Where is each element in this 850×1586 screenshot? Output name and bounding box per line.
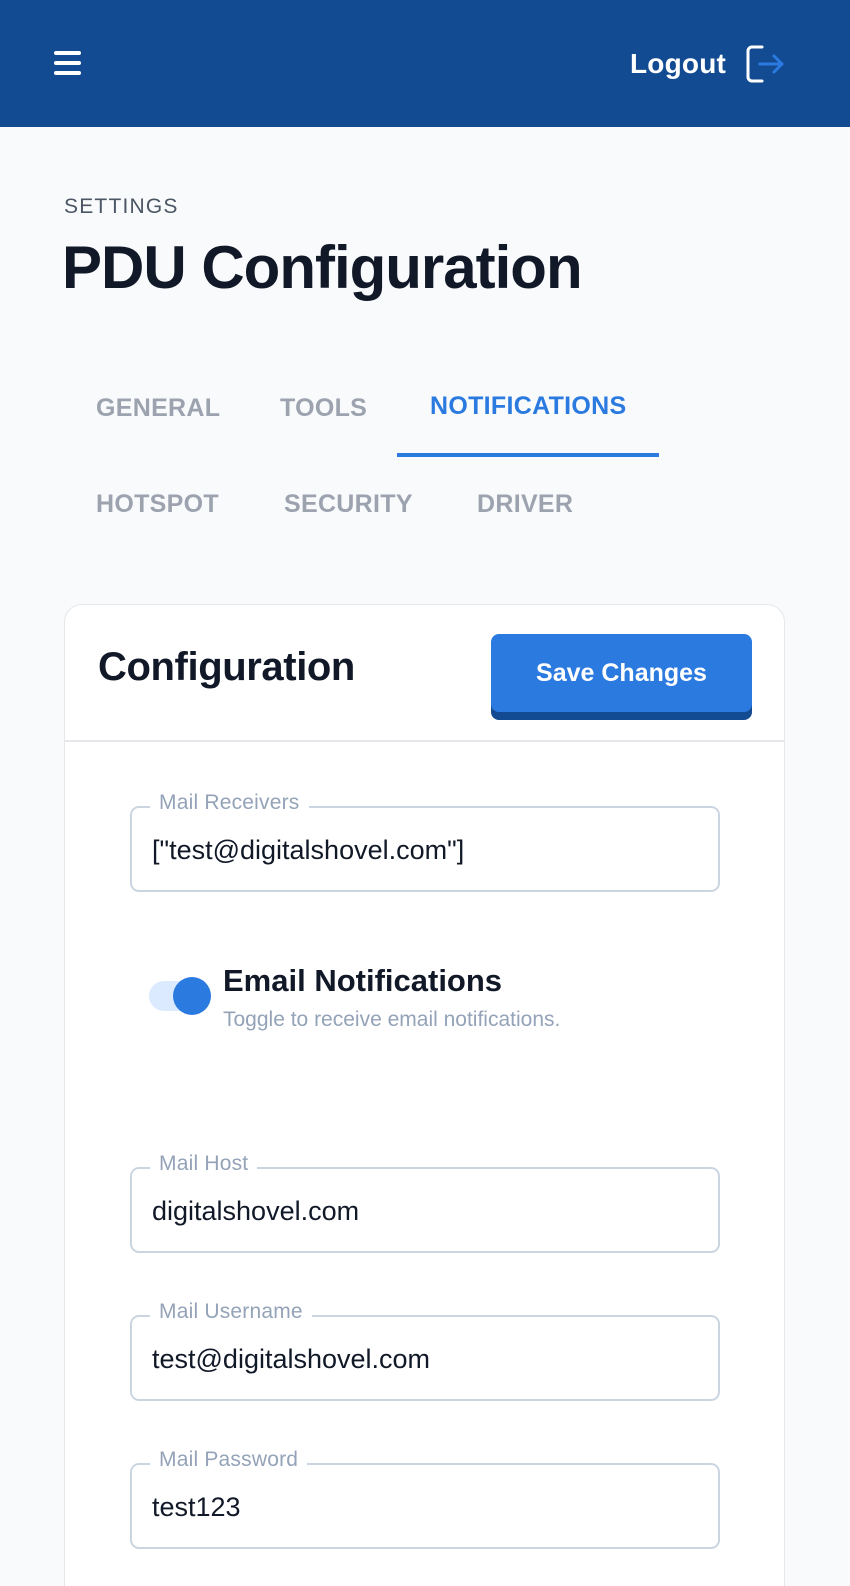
mail-username-label: Mail Username (150, 1300, 312, 1324)
logout-label: Logout (630, 48, 727, 79)
page-eyebrow: SETTINGS (64, 195, 179, 218)
mail-receivers-field: Mail Receivers (130, 791, 720, 892)
card-divider (65, 740, 784, 742)
email-notifications-toggle[interactable] (149, 977, 211, 1015)
tab-general[interactable]: GENERAL (96, 394, 220, 423)
mail-username-input[interactable] (152, 1337, 702, 1381)
active-tab-indicator (397, 453, 659, 457)
mail-password-input[interactable] (152, 1485, 702, 1529)
tab-hotspot[interactable]: HOTSPOT (96, 490, 219, 519)
save-changes-button[interactable]: Save Changes (491, 634, 752, 712)
email-notifications-hint: Toggle to receive email notifications. (223, 1008, 561, 1031)
mail-host-label: Mail Host (150, 1152, 258, 1176)
mail-password-field: Mail Password (130, 1448, 720, 1549)
email-notifications-title: Email Notifications (223, 963, 503, 998)
mail-receivers-input[interactable] (152, 828, 702, 872)
mail-host-field: Mail Host (130, 1152, 720, 1253)
top-bar: Logout (0, 0, 850, 127)
configuration-card (64, 604, 785, 1586)
logout-arrow-icon (746, 45, 784, 83)
mail-username-field: Mail Username (130, 1300, 720, 1401)
mail-password-label: Mail Password (150, 1448, 308, 1472)
toggle-knob (173, 977, 211, 1015)
logout-button[interactable]: Logout (630, 40, 786, 88)
tab-security[interactable]: SECURITY (284, 490, 413, 519)
page-title: PDU Configuration (62, 234, 583, 301)
tab-tools[interactable]: TOOLS (280, 394, 367, 423)
tab-driver[interactable]: DRIVER (477, 490, 573, 519)
hamburger-menu-icon[interactable] (52, 49, 82, 77)
mail-receivers-label: Mail Receivers (150, 791, 309, 815)
tab-notifications[interactable]: NOTIFICATIONS (430, 392, 626, 421)
card-title: Configuration (98, 645, 355, 689)
mail-host-input[interactable] (152, 1189, 702, 1233)
